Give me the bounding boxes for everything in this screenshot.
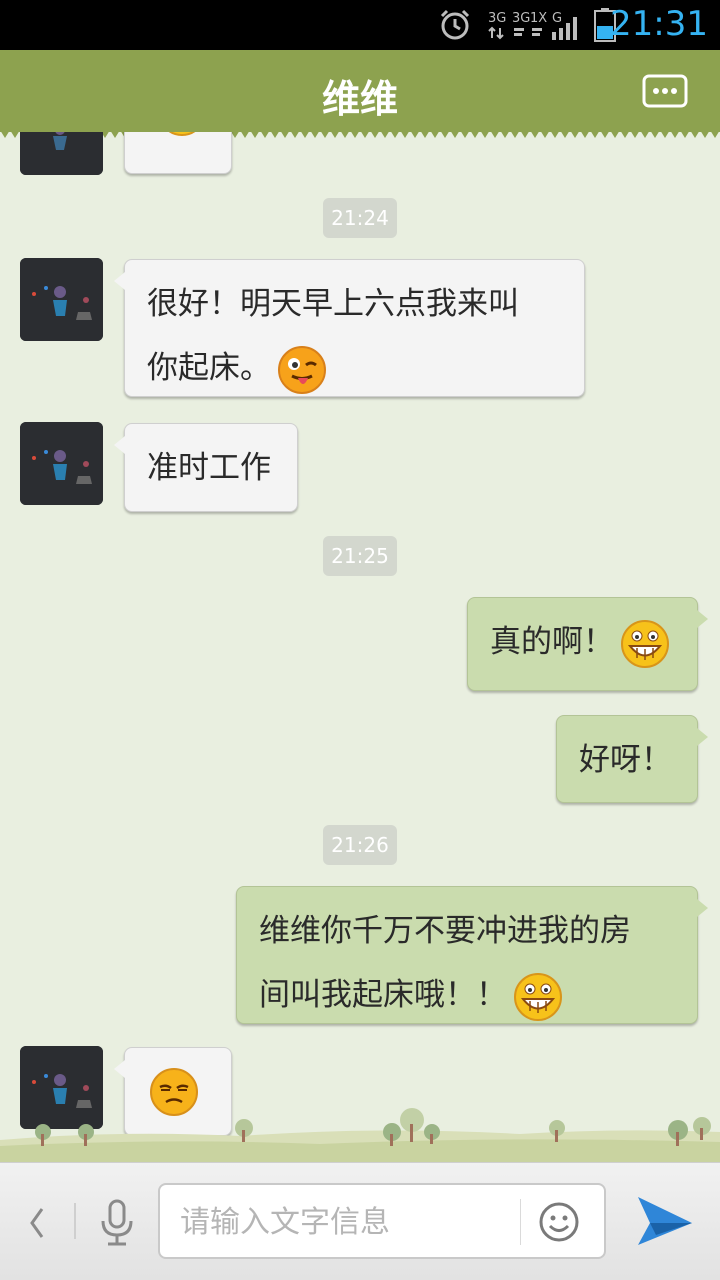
message-text: 间叫我起床哦！！ — [259, 977, 507, 1013]
message-text: 你起床。 — [147, 350, 271, 386]
timestamp: 21:25 — [323, 536, 397, 576]
message-text-line2: 间叫我起床哦！！ — [259, 963, 675, 1027]
avatar-image — [20, 258, 103, 341]
network-label-1: 3G — [488, 11, 506, 26]
message-bubble-previous[interactable] — [124, 132, 232, 174]
toolbar-divider — [74, 1203, 76, 1239]
message-text: 准时工作 — [147, 450, 271, 486]
message-input-field[interactable] — [158, 1183, 606, 1259]
smiley-icon[interactable] — [538, 1201, 580, 1243]
avatar-image — [20, 132, 103, 175]
header-bar: 维维 — [0, 50, 720, 138]
avatar[interactable] — [20, 422, 103, 505]
network-label-2: 3G — [512, 11, 530, 26]
avatar[interactable] — [20, 258, 103, 341]
status-clock: 21:31 — [610, 4, 708, 44]
message-content: 真的啊！ — [490, 610, 675, 674]
alarm-clock-icon — [440, 9, 470, 40]
field-divider — [520, 1199, 521, 1245]
chat-area[interactable]: 21:24 很好！明天早上六点我来叫 你起床。 准时工作 21:25 真的啊！ … — [0, 132, 720, 1160]
timestamp: 21:24 — [323, 198, 397, 238]
grin-emoji — [513, 972, 563, 1022]
message-text: 很好！明天早上六点我来叫 — [147, 286, 519, 322]
message-text-line2: 你起床。 — [147, 336, 562, 400]
timestamp: 21:26 — [323, 825, 397, 865]
message-text: 真的啊！ — [490, 624, 614, 660]
avatar[interactable] — [20, 132, 103, 175]
microphone-icon[interactable] — [96, 1199, 138, 1247]
message-text: 好呀！ — [579, 742, 672, 778]
page-title: 维维 — [321, 77, 398, 121]
message-bubble-outgoing[interactable]: 维维你千万不要冲进我的房 间叫我起床哦！！ — [236, 886, 708, 1027]
network-label-3: 1X — [530, 11, 547, 26]
wink-tongue-emoji — [277, 345, 327, 395]
hills-decoration — [0, 1108, 720, 1162]
message-bubble-incoming[interactable]: 很好！明天早上六点我来叫 你起床。 — [114, 259, 585, 400]
avatar-image — [20, 422, 103, 505]
grin-emoji — [620, 619, 670, 669]
message-bubble-outgoing[interactable]: 好呀！ — [556, 715, 708, 803]
network-signal-icon: 3G 3G 1X G — [488, 11, 577, 40]
status-bar: 3G 3G 1X G 21:31 — [0, 0, 720, 50]
grin-emoji — [157, 132, 207, 137]
message-bubble-outgoing[interactable]: 真的啊！ — [467, 597, 708, 691]
message-text: 维维你千万不要冲进我的房 — [259, 913, 631, 949]
message-input[interactable] — [180, 1195, 500, 1249]
chat-more-icon[interactable] — [642, 74, 688, 110]
input-bar — [0, 1162, 720, 1280]
paper-plane-icon[interactable] — [636, 1193, 694, 1249]
network-label-4: G — [552, 11, 562, 26]
message-bubble-incoming[interactable]: 准时工作 — [114, 423, 298, 512]
chevron-left-icon[interactable] — [22, 1203, 52, 1243]
